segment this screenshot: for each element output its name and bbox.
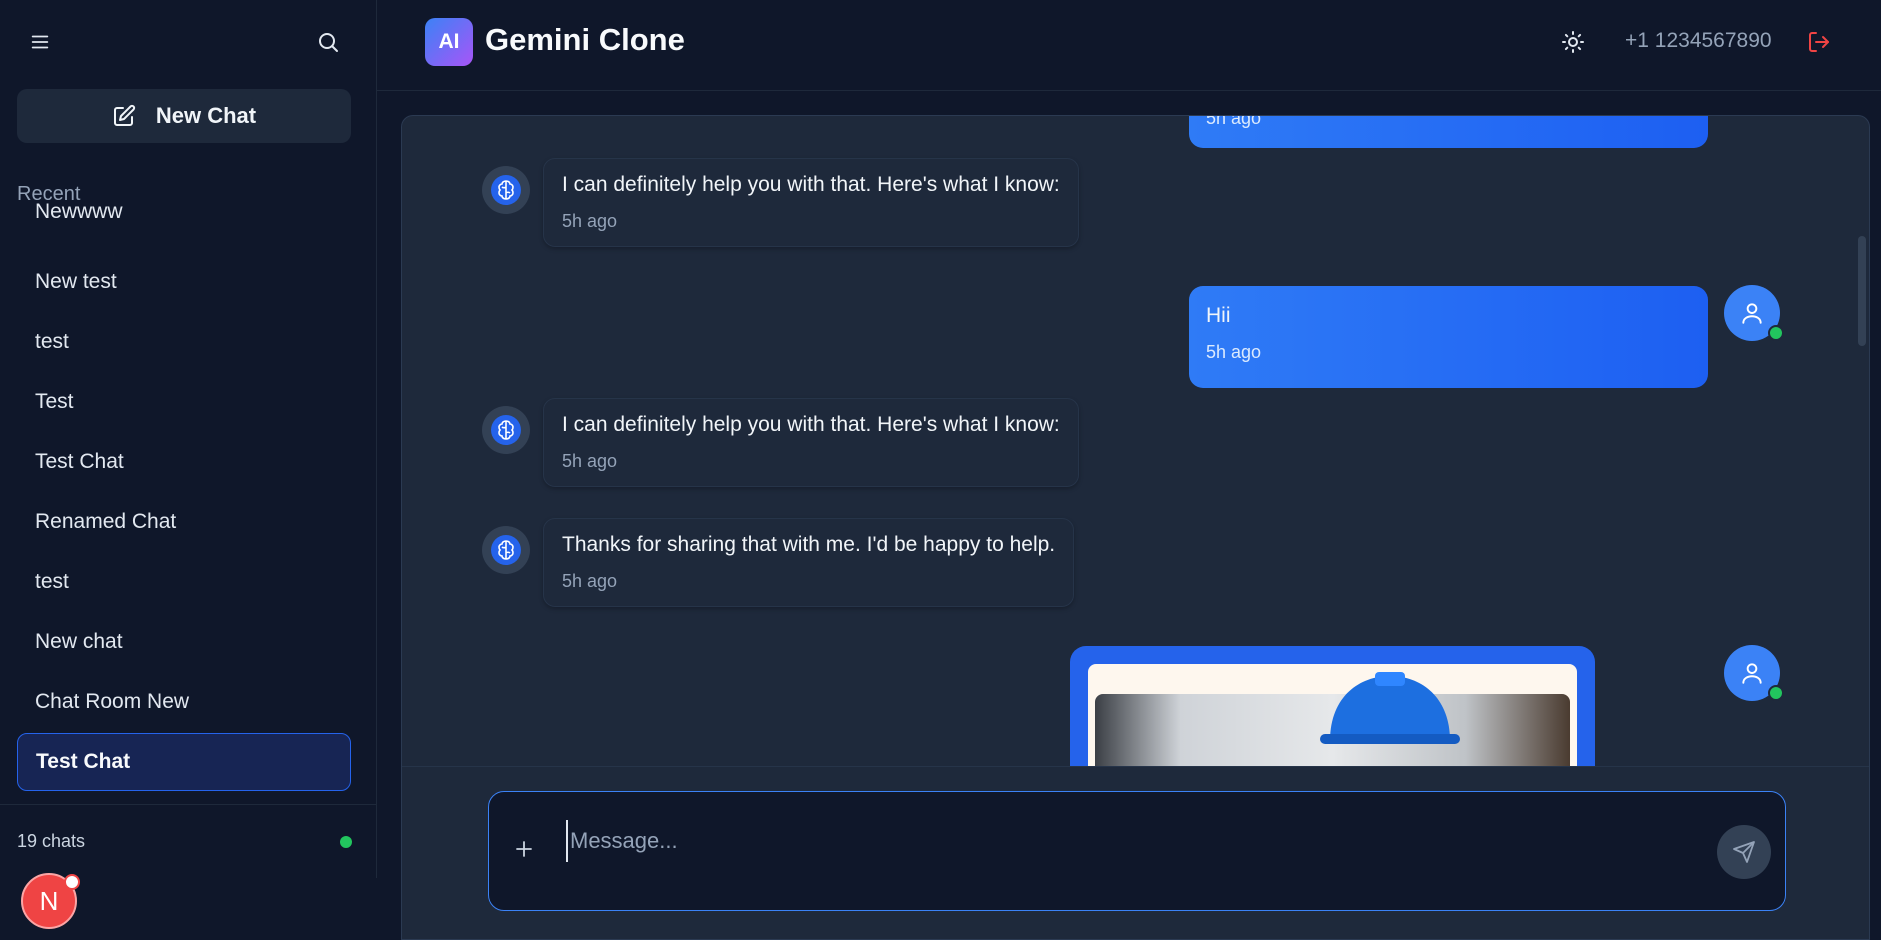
chat-panel: 5h ago I can definitely help you with th…: [401, 115, 1870, 940]
chat-item-label: Renamed Chat: [35, 510, 177, 533]
sidebar-divider: [0, 804, 376, 805]
bot-message: I can definitely help you with that. Her…: [543, 158, 1079, 247]
chat-item-active[interactable]: Test Chat: [17, 733, 351, 791]
chat-item[interactable]: Newwww: [17, 200, 351, 241]
chat-item-label: test: [35, 330, 69, 353]
brain-icon: [491, 415, 521, 445]
user-phone: +1 1234567890: [1625, 29, 1772, 52]
new-chat-label: New Chat: [155, 103, 257, 128]
user-image-message: [1070, 646, 1595, 766]
app-title: Gemini Clone: [485, 22, 685, 57]
menu-button[interactable]: [24, 26, 56, 58]
brain-icon: [491, 175, 521, 205]
search-button[interactable]: [312, 26, 344, 58]
message-time: 5h ago: [1206, 116, 1262, 128]
image-attachment[interactable]: [1088, 664, 1577, 766]
logout-button[interactable]: [1803, 26, 1835, 58]
bot-avatar: [482, 406, 530, 454]
message-text: Thanks for sharing that with me. I'd be …: [562, 533, 1056, 556]
search-icon: [319, 33, 338, 52]
avatar-status-dot: [64, 874, 80, 890]
message-composer: [488, 791, 1786, 911]
scrollbar-thumb[interactable]: [1858, 236, 1866, 346]
user-online-dot: [1768, 325, 1784, 341]
theme-toggle-button[interactable]: [1557, 26, 1589, 58]
bot-avatar: [482, 166, 530, 214]
attached-photo: [1095, 672, 1570, 766]
chat-item-label: Test Chat: [36, 750, 131, 773]
chat-item-label: Newwww: [35, 200, 123, 223]
message-text: I can definitely help you with that. Her…: [562, 173, 1060, 196]
chat-item[interactable]: New test: [17, 253, 351, 311]
user-online-dot: [1768, 685, 1784, 701]
sun-icon: [1562, 31, 1584, 53]
user-message: Hii 5h ago: [1189, 286, 1708, 388]
chat-item[interactable]: test: [17, 313, 351, 371]
chat-item-label: Chat Room New: [35, 690, 190, 713]
plus-icon: [516, 841, 532, 857]
hard-hat-icon: [1320, 672, 1460, 744]
attach-button[interactable]: [509, 834, 539, 864]
user-icon: [1742, 663, 1762, 684]
bot-message: Thanks for sharing that with me. I'd be …: [543, 518, 1075, 607]
chat-item-label: New chat: [35, 630, 123, 653]
chat-item-label: New test: [35, 270, 117, 293]
user-message: 5h ago: [1189, 116, 1708, 148]
message-text: I can definitely help you with that. Her…: [562, 413, 1060, 436]
chat-item[interactable]: New chat: [17, 613, 351, 671]
message-input[interactable]: [566, 820, 1672, 862]
menu-icon: [31, 35, 49, 49]
message-text: Hii: [1206, 304, 1231, 327]
chat-item[interactable]: test: [17, 553, 351, 611]
new-chat-button[interactable]: New Chat: [17, 89, 351, 143]
chat-item[interactable]: Renamed Chat: [17, 493, 351, 551]
user-icon: [1742, 303, 1762, 324]
chat-item-label: test: [35, 570, 69, 593]
chat-item[interactable]: Chat Room New: [17, 673, 351, 731]
chat-count: 19 chats: [17, 831, 86, 851]
app-logo: AI: [425, 18, 473, 66]
bot-message: I can definitely help you with that. Her…: [543, 398, 1079, 487]
chat-item-label: Test: [35, 390, 74, 413]
header: AI Gemini Clone +1 1234567890: [377, 0, 1881, 91]
chat-list: Newwww New test test Test Test Chat Rena…: [17, 200, 351, 796]
message-time: 5h ago: [562, 211, 618, 231]
send-icon: [1733, 841, 1755, 863]
send-button[interactable]: [1717, 825, 1771, 879]
message-time: 5h ago: [562, 451, 618, 471]
chat-item-label: Test Chat: [35, 450, 124, 473]
message-time: 5h ago: [1206, 342, 1262, 362]
chat-item[interactable]: Test Chat: [17, 433, 351, 491]
brain-icon: [491, 535, 521, 565]
chat-item[interactable]: Test: [17, 373, 351, 431]
sidebar: New Chat Recent Newwww New test test Tes…: [0, 0, 377, 878]
message-time: 5h ago: [562, 571, 618, 591]
bot-avatar: [482, 526, 530, 574]
edit-icon: [113, 104, 135, 126]
logo-text: AI: [438, 30, 460, 53]
logout-icon: [1809, 32, 1829, 52]
user-initial: N: [39, 885, 59, 916]
online-status-dot: [340, 836, 352, 848]
message-list[interactable]: 5h ago I can definitely help you with th…: [402, 116, 1869, 766]
